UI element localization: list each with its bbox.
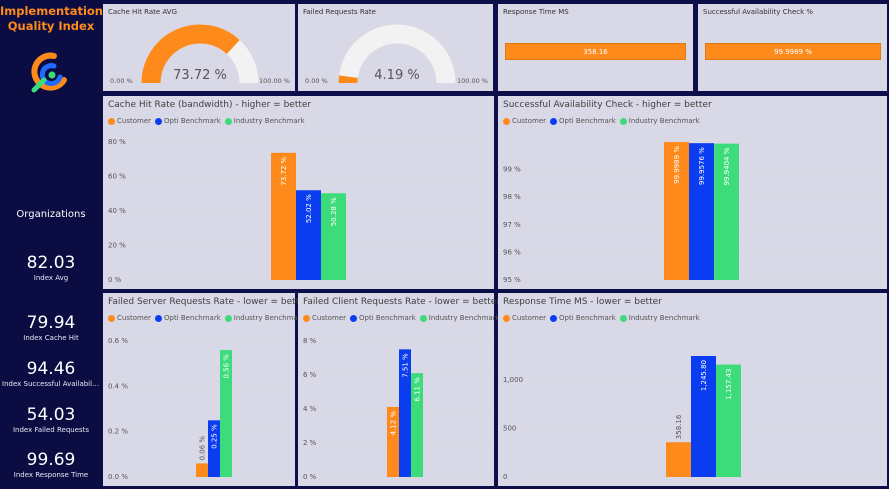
kpi-index-avg: 82.03 Index Avg (0, 252, 102, 282)
failed-server-bar-chart: 0.0 % 0.2 % 0.4 % 0.6 % 0.06 % 0.25 % 0.56 % (108, 337, 292, 481)
availability-value-bar: 99.9989 % (705, 43, 881, 60)
gauge-max: 100.00 % (457, 77, 488, 85)
bar-data-label: 4.12 % (390, 411, 398, 436)
cache-hit-gauge: 73.72 % 0.00 % 100.00 % (110, 24, 290, 85)
kpi-value: 94.46 (26, 359, 76, 379)
bar-customer[interactable] (666, 442, 691, 477)
organizations-label[interactable]: Organizations (0, 209, 102, 220)
response-time-card[interactable]: Response Time MS 358.16 (498, 4, 693, 91)
response-time-value-bar: 358.16 (505, 43, 686, 60)
y-tick-label: 0.6 % (108, 337, 128, 345)
bar-customer[interactable] (196, 463, 208, 477)
kpi-label: Index Cache Hit (23, 334, 79, 342)
kpi-label: Index Successful Availability ... (2, 380, 102, 388)
bar-data-label: 0.56 % (223, 354, 231, 379)
kpi-value: 99.69 (26, 450, 76, 470)
availability-chart-panel[interactable]: Successful Availability Check - higher =… (498, 96, 887, 289)
kpi-label: Index Failed Requests (12, 426, 90, 434)
kpi-value: 79.94 (26, 313, 76, 333)
bar-data-label: 7.51 % (402, 353, 410, 378)
sidebar: Implementation Quality Index Organizatio… (0, 0, 103, 489)
cache-hit-chart-panel[interactable]: Cache Hit Rate (bandwidth) - higher = be… (103, 96, 494, 289)
y-tick-label: 99 % (503, 166, 521, 174)
bar-data-label: 99.9404 % (723, 147, 731, 185)
y-tick-label: 95 % (503, 276, 521, 284)
bar-data-label: 1,245.80 (700, 360, 708, 391)
failed-client-bar-chart: 0 % 2 % 4 % 6 % 8 % 4.12 % 7.51 % 6.11 % (303, 337, 491, 481)
gauge-max: 100.00 % (259, 77, 290, 85)
bar-data-label: 358.16 (675, 414, 683, 439)
kpi-index-cache-hit: 79.94 Index Cache Hit (0, 312, 102, 342)
card-title: Successful Availability Check % (703, 8, 814, 16)
kpi-index-response-time: 99.69 Index Response Time (0, 449, 102, 479)
optimizely-logo-icon (31, 52, 67, 93)
gauge-value: 73.72 % (173, 68, 227, 83)
y-tick-label: 0 % (108, 276, 122, 284)
failed-server-chart-panel[interactable]: Failed Server Requests Rate - lower = be… (103, 293, 308, 486)
cache-hit-gauge-card[interactable]: Cache Hit Rate AVG 73.72 % 0.00 % 100.00… (103, 4, 295, 91)
kpi-index-successful-availability: 94.46 Index Successful Availability ... (0, 358, 102, 388)
app-title-line2: Quality Index (7, 19, 95, 33)
bar-data-label: 50.28 % (330, 197, 338, 226)
bar-data-label: 1,157.43 (725, 369, 733, 400)
gauge-min: 0.00 % (110, 77, 133, 85)
bar-data-label: 99.9989 % (673, 146, 681, 184)
y-tick-label: 6 % (303, 371, 317, 379)
y-tick-label: 96 % (503, 248, 521, 256)
failed-client-chart-panel[interactable]: Failed Client Requests Rate - lower = be… (298, 293, 500, 486)
y-tick-label: 0.0 % (108, 473, 128, 481)
response-time-bar-chart: 0 500 1,000 358.16 1,245.80 1,157.43 (503, 355, 884, 481)
bar-data-label: 0.06 % (199, 436, 207, 461)
gauge-value: 4.19 % (374, 68, 419, 83)
bar-data-label: 73.72 % (280, 156, 288, 185)
y-tick-label: 4 % (303, 405, 317, 413)
kpi-label: Index Response Time (13, 471, 89, 479)
y-tick-label: 0 % (303, 473, 317, 481)
kpi-value: 82.03 (26, 253, 76, 273)
kpi-index-failed-requests: 54.03 Index Failed Requests (0, 404, 102, 434)
y-tick-label: 500 (503, 424, 516, 432)
failed-requests-gauge: 4.19 % 0.00 % 100.00 % (305, 24, 488, 85)
y-tick-label: 1,000 (503, 376, 523, 384)
y-tick-label: 98 % (503, 193, 521, 201)
y-tick-label: 2 % (303, 439, 317, 447)
bar-data-label: 99.9576 % (698, 147, 706, 185)
bar-data-label: 0.25 % (211, 424, 219, 449)
y-tick-label: 0 (503, 473, 507, 481)
kpi-value: 54.03 (26, 405, 76, 425)
y-tick-label: 60 % (108, 173, 126, 181)
y-tick-label: 97 % (503, 221, 521, 229)
y-tick-label: 0.2 % (108, 428, 128, 436)
y-tick-label: 80 % (108, 138, 126, 146)
availability-bar-chart: 95 % 96 % 97 % 98 % 99 % 99.9989 % 99.9576 % 99… (503, 142, 884, 284)
bar-data-label: 6.11 % (414, 377, 422, 402)
y-tick-label: 0.4 % (108, 382, 128, 390)
response-time-chart-panel[interactable]: Response Time MS - lower = better Custom… (498, 293, 887, 486)
kpi-label: Index Avg (33, 274, 69, 282)
y-tick-label: 8 % (303, 337, 317, 345)
app-title-line1: Implementation (0, 4, 103, 18)
card-title: Response Time MS (503, 8, 569, 16)
y-tick-label: 40 % (108, 207, 126, 215)
failed-requests-gauge-card[interactable]: Failed Requests Rate 4.19 % 0.00 % 100.0… (298, 4, 493, 91)
y-tick-label: 20 % (108, 242, 126, 250)
gauge-min: 0.00 % (305, 77, 328, 85)
cache-hit-bar-chart: 0 % 20 % 40 % 60 % 80 % 73.72 % 52.02 % 50.28 % (108, 138, 491, 284)
bar-data-label: 52.02 % (305, 194, 313, 223)
app-title: Implementation Quality Index (0, 4, 103, 34)
availability-card[interactable]: Successful Availability Check % 99.9989 … (698, 4, 887, 91)
